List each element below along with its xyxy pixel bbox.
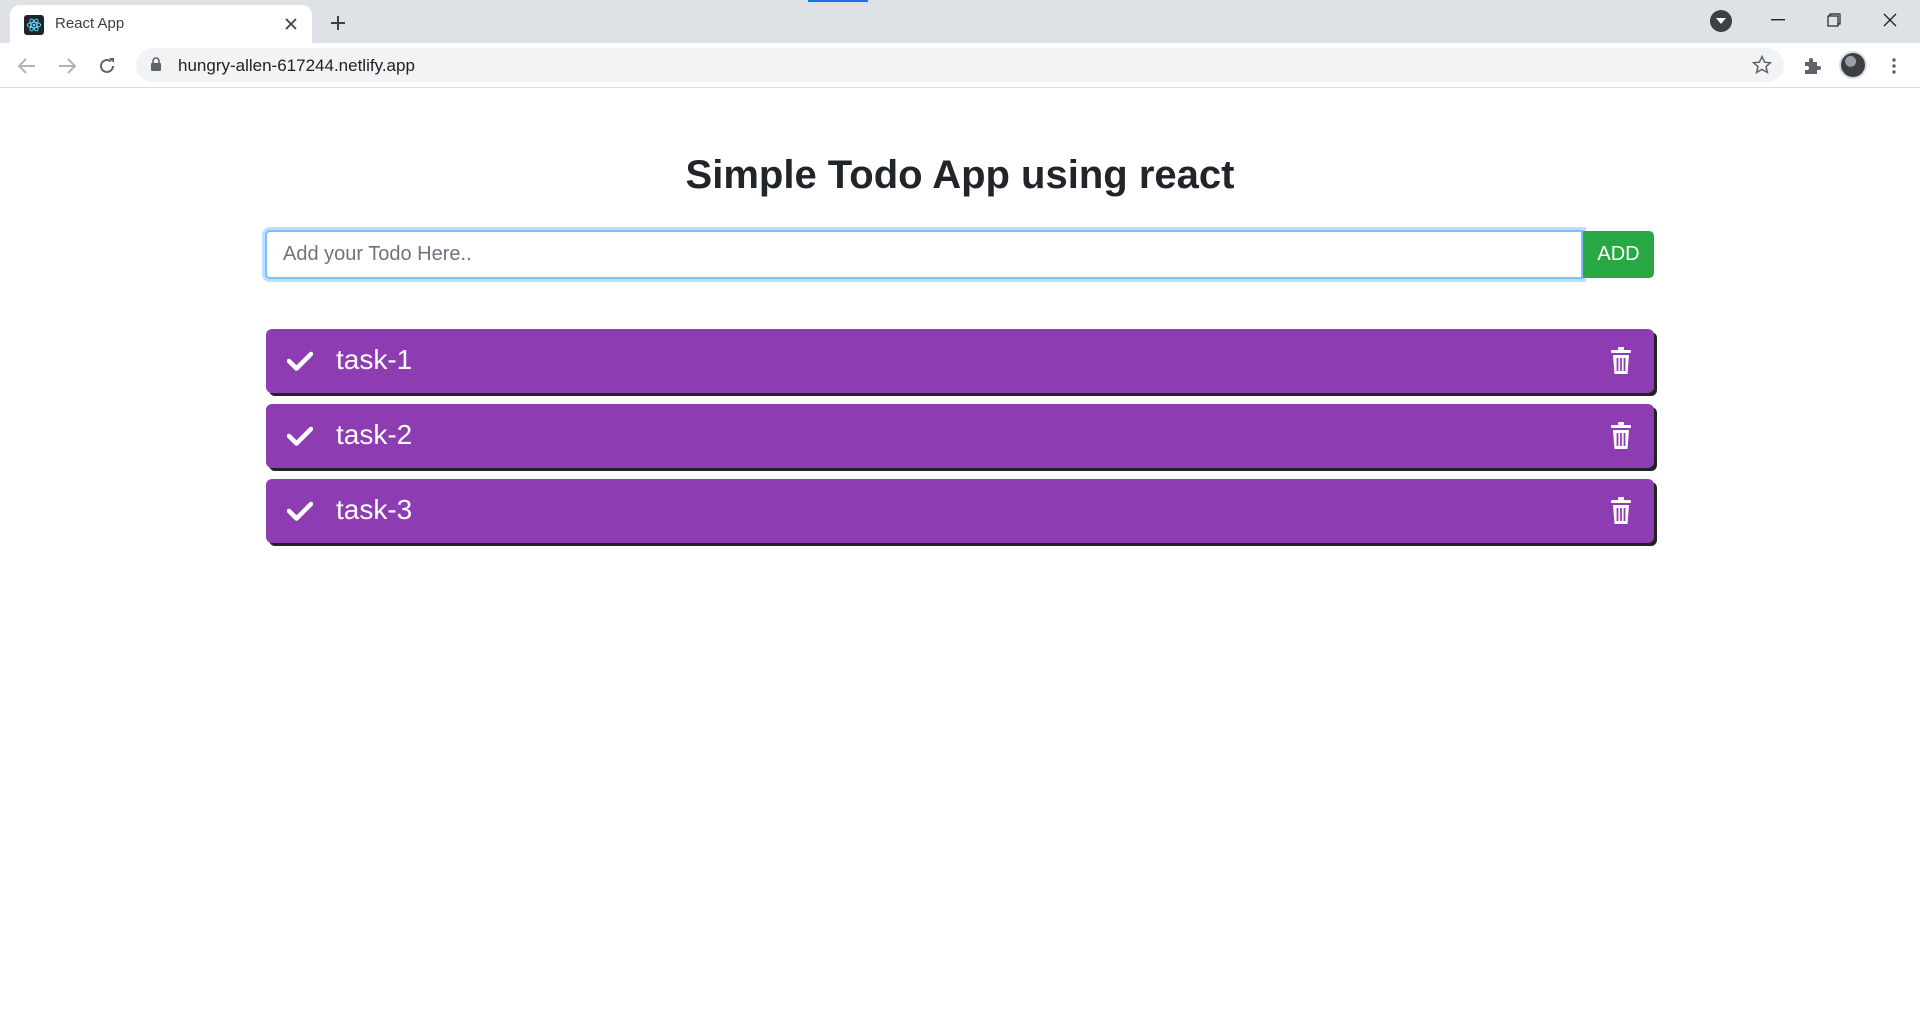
todo-text: task-1 <box>336 344 413 375</box>
react-logo-icon <box>24 15 44 35</box>
todo-text: task-2 <box>336 419 413 450</box>
close-icon[interactable] <box>280 13 302 35</box>
browser-tab[interactable]: React App <box>10 5 312 43</box>
kebab-menu-icon[interactable] <box>1879 51 1909 81</box>
todo-item: task-2 <box>266 404 1654 468</box>
page-title: Simple Todo App using react <box>685 153 1235 197</box>
close-window-icon[interactable] <box>1862 0 1918 40</box>
puzzle-icon[interactable] <box>1797 51 1827 81</box>
trash-icon[interactable] <box>1608 421 1634 451</box>
arrow-right-icon[interactable] <box>52 51 82 81</box>
star-icon[interactable] <box>1751 54 1773 80</box>
tab-loading-indicator <box>808 0 868 2</box>
page-content: Simple Todo App using react ADD task-1 t… <box>0 89 1920 1028</box>
reload-icon[interactable] <box>92 51 122 81</box>
plus-icon[interactable] <box>324 9 352 37</box>
check-icon[interactable] <box>286 347 314 375</box>
url-text: hungry-allen-617244.netlify.app <box>178 56 415 75</box>
address-bar[interactable]: hungry-allen-617244.netlify.app <box>136 48 1784 82</box>
browser-tabstrip: React App <box>0 0 1920 43</box>
check-icon[interactable] <box>286 422 314 450</box>
trash-icon[interactable] <box>1608 346 1634 376</box>
todo-text: task-3 <box>336 494 413 525</box>
add-button[interactable]: ADD <box>1583 231 1654 278</box>
lock-icon <box>150 57 162 77</box>
browser-toolbar: hungry-allen-617244.netlify.app <box>0 43 1920 88</box>
minimize-icon[interactable] <box>1750 0 1806 40</box>
arrow-left-icon[interactable] <box>12 51 42 81</box>
todo-list: task-1 task-2 task-3 <box>266 329 1656 554</box>
trash-icon[interactable] <box>1608 496 1634 526</box>
tab-title: React App <box>55 15 125 32</box>
restore-icon[interactable] <box>1806 0 1862 40</box>
todo-input[interactable] <box>265 230 1583 279</box>
avatar[interactable] <box>1839 51 1867 79</box>
todo-item: task-3 <box>266 479 1654 543</box>
todo-item: task-1 <box>266 329 1654 393</box>
tab-search-icon[interactable] <box>1710 10 1732 32</box>
check-icon[interactable] <box>286 497 314 525</box>
